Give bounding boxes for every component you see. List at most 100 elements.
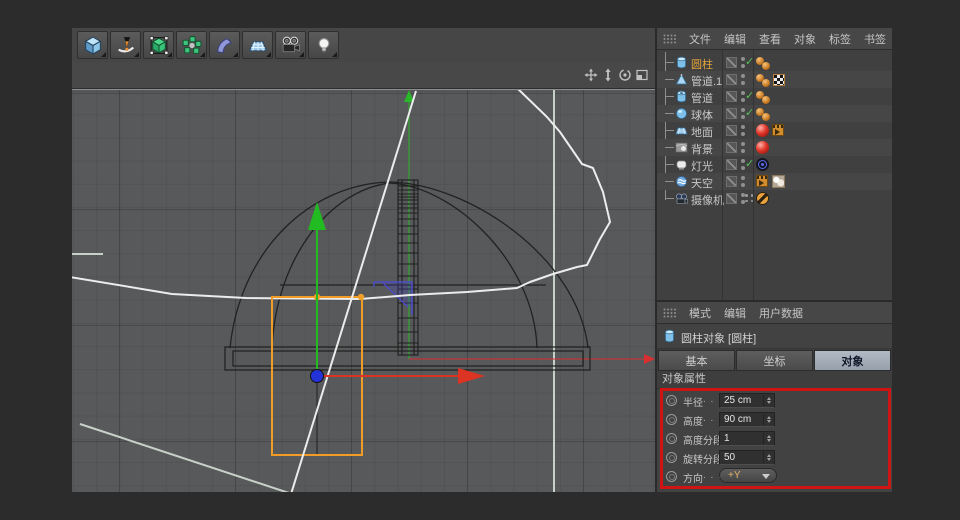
- material-tag-icon[interactable]: [756, 141, 769, 154]
- tube-icon: [675, 90, 688, 103]
- visibility-dots[interactable]: [741, 74, 745, 85]
- object-row-tube1[interactable]: 管道.1: [657, 71, 892, 88]
- property-label: 方向: [683, 470, 703, 485]
- spinner-control[interactable]: [763, 414, 773, 425]
- object-name[interactable]: 背景: [691, 141, 713, 157]
- object-row-cylinder[interactable]: 圆柱 ✓: [657, 54, 892, 71]
- phong-tag-icon[interactable]: [762, 79, 770, 87]
- layer-icon[interactable]: [726, 193, 737, 204]
- object-row-light[interactable]: 灯光 ✓: [657, 156, 892, 173]
- visibility-dots[interactable]: [741, 125, 745, 136]
- maximize-icon[interactable]: [635, 68, 649, 82]
- spinner-control[interactable]: [763, 452, 773, 463]
- am-menu-mode[interactable]: 模式: [689, 305, 711, 321]
- object-row-sphere[interactable]: 球体 ✓: [657, 105, 892, 122]
- tool-pen-button[interactable]: [110, 31, 141, 59]
- screenshot-root: 文件 编辑 查看 对象 标签 书签 圆柱: [0, 0, 960, 520]
- spinner-control[interactable]: [763, 433, 773, 444]
- om-menu-file[interactable]: 文件: [689, 31, 711, 47]
- om-menu-edit[interactable]: 编辑: [724, 31, 746, 47]
- height-input[interactable]: 90 cm: [719, 412, 775, 427]
- object-properties-highlight-box: 半径 . . . 25 cm 高度 . . . 90 cm 高度分段 1: [660, 388, 891, 489]
- keyframe-circle-icon[interactable]: [666, 433, 677, 444]
- zoom-icon[interactable]: [601, 68, 615, 82]
- object-name[interactable]: 球体: [691, 107, 713, 123]
- height-segments-input[interactable]: 1: [719, 431, 775, 446]
- origin-point[interactable]: [311, 370, 324, 383]
- material-tag-icon[interactable]: [756, 124, 769, 137]
- om-menu-tags[interactable]: 标签: [829, 31, 851, 47]
- layer-icon[interactable]: [726, 57, 737, 68]
- rotate-icon[interactable]: [618, 68, 632, 82]
- om-menu-bookmarks[interactable]: 书签: [864, 31, 886, 47]
- spinner-control[interactable]: [763, 395, 773, 406]
- object-name[interactable]: 管道: [691, 90, 713, 106]
- pale-diagonal-line: [80, 424, 292, 492]
- radius-input[interactable]: 25 cm: [719, 393, 775, 408]
- tab-coordinates[interactable]: 坐标: [736, 350, 813, 371]
- layer-icon[interactable]: [726, 176, 737, 187]
- property-label: 半径: [683, 394, 703, 409]
- tool-floor-button[interactable]: [242, 31, 273, 59]
- object-manager-menu: 文件 编辑 查看 对象 标签 书签: [657, 28, 892, 50]
- orientation-value: +Y: [728, 470, 741, 481]
- sky-texture-tag-icon[interactable]: [772, 175, 785, 188]
- phong-tag-icon[interactable]: [762, 113, 770, 121]
- layer-icon[interactable]: [726, 125, 737, 136]
- tool-camera-button[interactable]: [275, 31, 306, 59]
- camera-toggle-icon[interactable]: [745, 194, 753, 202]
- tool-deformer-button[interactable]: [209, 31, 240, 59]
- object-row-floor[interactable]: 地面: [657, 122, 892, 139]
- keyframe-circle-icon[interactable]: [666, 452, 677, 463]
- object-name[interactable]: 圆柱: [691, 56, 713, 72]
- tool-cube-button[interactable]: [77, 31, 108, 59]
- object-name[interactable]: 地面: [691, 124, 713, 140]
- compositing-tag-icon[interactable]: [772, 124, 784, 136]
- camera-guide-blue: [374, 282, 412, 315]
- floor-icon: [675, 124, 688, 137]
- background-icon: [675, 141, 688, 154]
- object-name[interactable]: 摄像机: [691, 192, 724, 208]
- am-menu-userdata[interactable]: 用户数据: [759, 305, 803, 321]
- object-name[interactable]: 管道.1: [691, 73, 722, 89]
- protection-tag-icon[interactable]: [756, 192, 769, 205]
- tab-basic[interactable]: 基本: [658, 350, 735, 371]
- keyframe-circle-icon[interactable]: [666, 395, 677, 406]
- object-row-background[interactable]: 背景: [657, 139, 892, 156]
- object-name[interactable]: 灯光: [691, 158, 713, 174]
- keyframe-circle-icon[interactable]: [666, 414, 677, 425]
- layer-icon[interactable]: [726, 108, 737, 119]
- tool-cage-button[interactable]: [143, 31, 174, 59]
- object-row-tube[interactable]: 管道 ✓: [657, 88, 892, 105]
- tab-object[interactable]: 对象: [814, 350, 891, 371]
- compositing-tag-icon[interactable]: [756, 175, 768, 187]
- viewport-3d[interactable]: [72, 89, 655, 492]
- layer-icon[interactable]: [726, 91, 737, 102]
- visibility-dots[interactable]: [741, 176, 745, 187]
- phong-tag-icon[interactable]: [762, 62, 770, 70]
- phong-tag-icon[interactable]: [762, 96, 770, 104]
- sky-icon: [675, 175, 688, 188]
- am-menu-edit[interactable]: 编辑: [724, 305, 746, 321]
- layer-icon[interactable]: [726, 74, 737, 85]
- visibility-dots[interactable]: [741, 142, 745, 153]
- layer-icon[interactable]: [726, 159, 737, 170]
- om-menu-objects[interactable]: 对象: [794, 31, 816, 47]
- object-row-sky[interactable]: 天空: [657, 173, 892, 190]
- layer-icon[interactable]: [726, 142, 737, 153]
- corner-handle[interactable]: [358, 294, 364, 300]
- orientation-dropdown[interactable]: +Y: [719, 468, 777, 483]
- object-row-camera[interactable]: 摄像机: [657, 190, 892, 207]
- object-name[interactable]: 天空: [691, 175, 713, 191]
- pan-icon[interactable]: [584, 68, 598, 82]
- om-menu-view[interactable]: 查看: [759, 31, 781, 47]
- tool-array-button[interactable]: [176, 31, 207, 59]
- tool-light-button[interactable]: [308, 31, 339, 59]
- keyframe-circle-icon[interactable]: [666, 471, 677, 482]
- flyout-corner: [101, 52, 106, 57]
- target-tag-icon[interactable]: [756, 158, 769, 171]
- texture-checker-tag-icon[interactable]: [773, 74, 785, 86]
- panel-grip-icon[interactable]: [663, 34, 676, 44]
- panel-grip-icon[interactable]: [663, 308, 676, 318]
- rotation-segments-input[interactable]: 50: [719, 450, 775, 465]
